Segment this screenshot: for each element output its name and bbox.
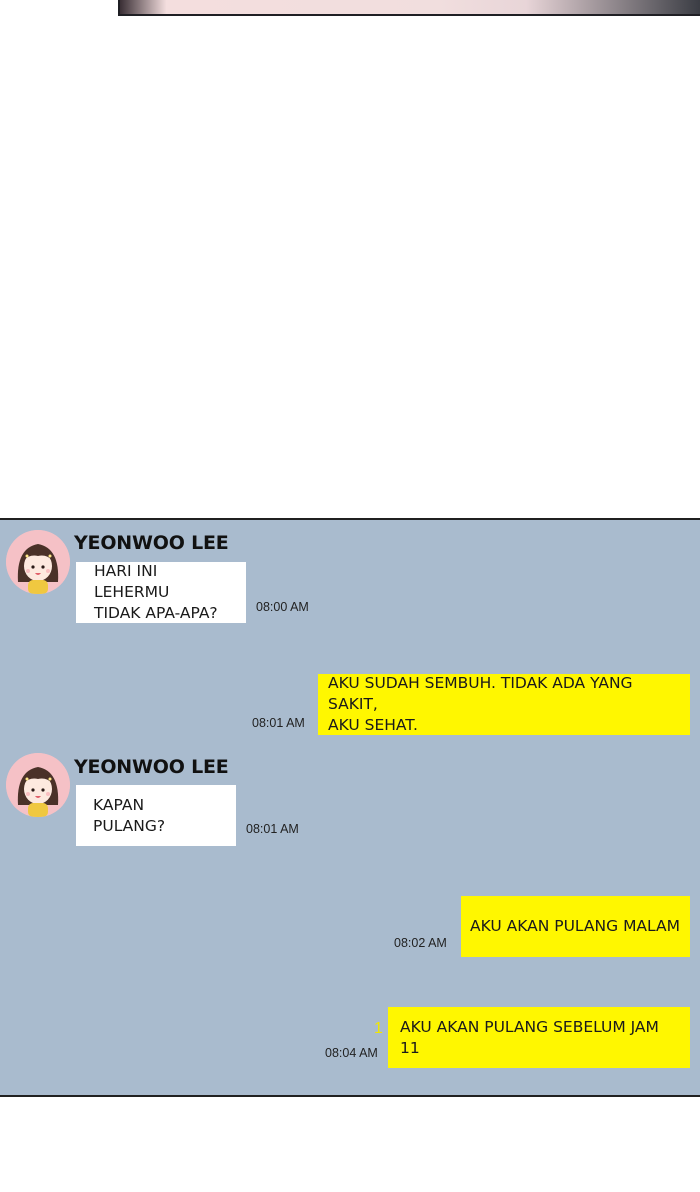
message-text: AKU SUDAH SEMBUH. TIDAK ADA YANG SAKIT, … [328, 674, 633, 734]
avatar [6, 753, 70, 817]
message-timestamp: 08:02 AM [394, 936, 447, 950]
message-timestamp: 08:04 AM [325, 1046, 378, 1060]
message-bubble-incoming[interactable]: KAPAN PULANG? [76, 785, 236, 846]
girl-avatar-icon [6, 530, 70, 594]
sender-name: YEONWOO LEE [74, 756, 229, 778]
message-text: KAPAN PULANG? [93, 795, 166, 835]
girl-avatar-icon [6, 753, 70, 817]
avatar [6, 530, 70, 594]
previous-panel-image-strip [118, 0, 700, 16]
message-bubble-outgoing[interactable]: AKU AKAN PULANG MALAM [461, 896, 690, 957]
message-text: HARI INI LEHERMU TIDAK APA-APA? [94, 562, 218, 622]
message-timestamp: 08:01 AM [252, 716, 305, 730]
message-text: AKU AKAN PULANG MALAM [470, 917, 681, 935]
message-bubble-incoming[interactable]: HARI INI LEHERMU TIDAK APA-APA? [76, 562, 246, 623]
message-bubble-outgoing[interactable]: AKU SUDAH SEMBUH. TIDAK ADA YANG SAKIT, … [318, 674, 690, 735]
message-bubble-outgoing[interactable]: AKU AKAN PULANG SEBELUM JAM 11 [388, 1007, 690, 1068]
message-timestamp: 08:01 AM [246, 822, 299, 836]
unread-count: 1 [374, 1020, 383, 1037]
chat-panel: YEONWOO LEE HARI INI LEHERMU TIDAK APA-A… [0, 518, 700, 1097]
message-text: AKU AKAN PULANG SEBELUM JAM 11 [400, 1017, 659, 1057]
sender-name: YEONWOO LEE [74, 532, 229, 554]
message-timestamp: 08:00 AM [256, 600, 309, 614]
